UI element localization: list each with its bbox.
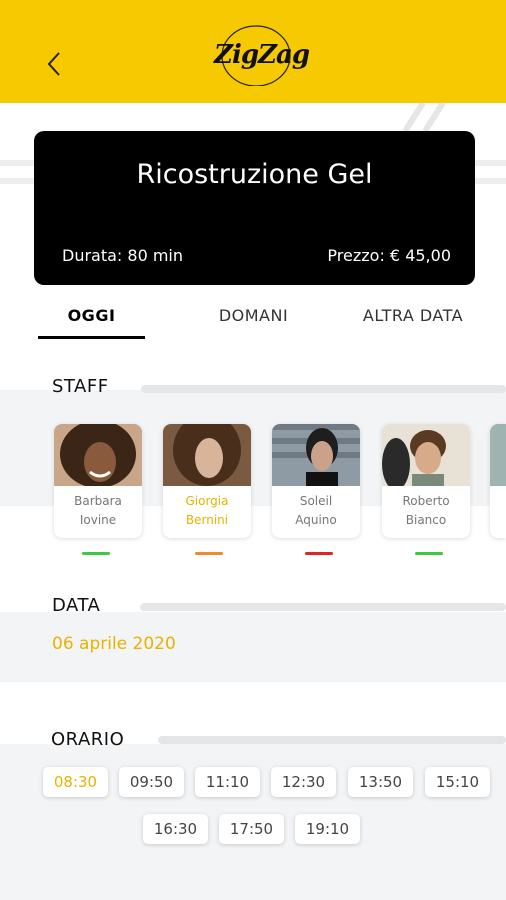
app-header: ZigZag <box>0 0 506 103</box>
staff-photo <box>490 424 506 486</box>
status-indicator-available <box>82 552 110 555</box>
decorative-stripe <box>475 160 506 166</box>
staff-photo <box>54 424 142 486</box>
staff-section-title: STAFF <box>52 376 109 397</box>
chevron-left-icon <box>47 52 60 76</box>
selected-date[interactable]: 06 aprile 2020 <box>52 634 176 654</box>
staff-name: Giorgia Bernini <box>185 494 229 527</box>
time-slot[interactable]: 13:50 <box>348 767 413 797</box>
tab-domani[interactable]: DOMANI <box>200 306 307 325</box>
staff-name: Soleil Aquino <box>295 494 337 527</box>
time-slot[interactable]: 16:30 <box>143 814 208 844</box>
section-divider <box>141 385 506 393</box>
back-button[interactable] <box>36 40 72 88</box>
service-price: Prezzo: € 45,00 <box>327 246 451 265</box>
status-indicator-unavailable <box>305 552 333 555</box>
decorative-stripe <box>0 160 34 166</box>
staff-card-barbara[interactable]: Barbara Iovine <box>54 424 142 538</box>
staff-name: Roberto Bianco <box>402 494 450 527</box>
staff-name: Barbara Iovine <box>74 494 122 527</box>
staff-photo <box>382 424 470 486</box>
staff-card-soleil[interactable]: Soleil Aquino <box>272 424 360 538</box>
decorative-stripe <box>475 178 506 184</box>
zigzag-logo: ZigZag <box>204 22 310 86</box>
section-divider <box>140 603 506 611</box>
date-section-title: DATA <box>52 595 101 616</box>
logo-text: ZigZag <box>214 40 310 70</box>
decorative-diagonal <box>402 103 446 133</box>
staff-card-partial[interactable] <box>490 424 506 538</box>
tab-altra-data[interactable]: ALTRA DATA <box>355 306 471 325</box>
time-slot[interactable]: 11:10 <box>195 767 260 797</box>
time-slot[interactable]: 17:50 <box>219 814 284 844</box>
time-slot[interactable]: 19:10 <box>295 814 360 844</box>
decorative-stripe <box>0 178 34 184</box>
tab-oggi[interactable]: OGGI <box>38 306 145 325</box>
service-duration: Durata: 80 min <box>62 246 184 265</box>
time-slot[interactable]: 12:30 <box>271 767 336 797</box>
service-title: Ricostruzione Gel <box>136 159 373 190</box>
time-slot[interactable]: 08:30 <box>43 767 108 797</box>
time-slot[interactable]: 15:10 <box>425 767 490 797</box>
active-tab-indicator <box>38 336 145 339</box>
staff-photo <box>163 424 251 486</box>
status-indicator-busy <box>195 552 223 555</box>
service-card: Ricostruzione Gel Durata: 80 min Prezzo:… <box>34 131 475 285</box>
staff-photo <box>272 424 360 486</box>
time-slot[interactable]: 09:50 <box>119 767 184 797</box>
staff-card-giorgia[interactable]: Giorgia Bernini <box>163 424 251 538</box>
status-indicator-available <box>415 552 443 555</box>
time-section-title: ORARIO <box>51 729 125 750</box>
section-divider <box>158 736 506 744</box>
staff-card-roberto[interactable]: Roberto Bianco <box>382 424 470 538</box>
